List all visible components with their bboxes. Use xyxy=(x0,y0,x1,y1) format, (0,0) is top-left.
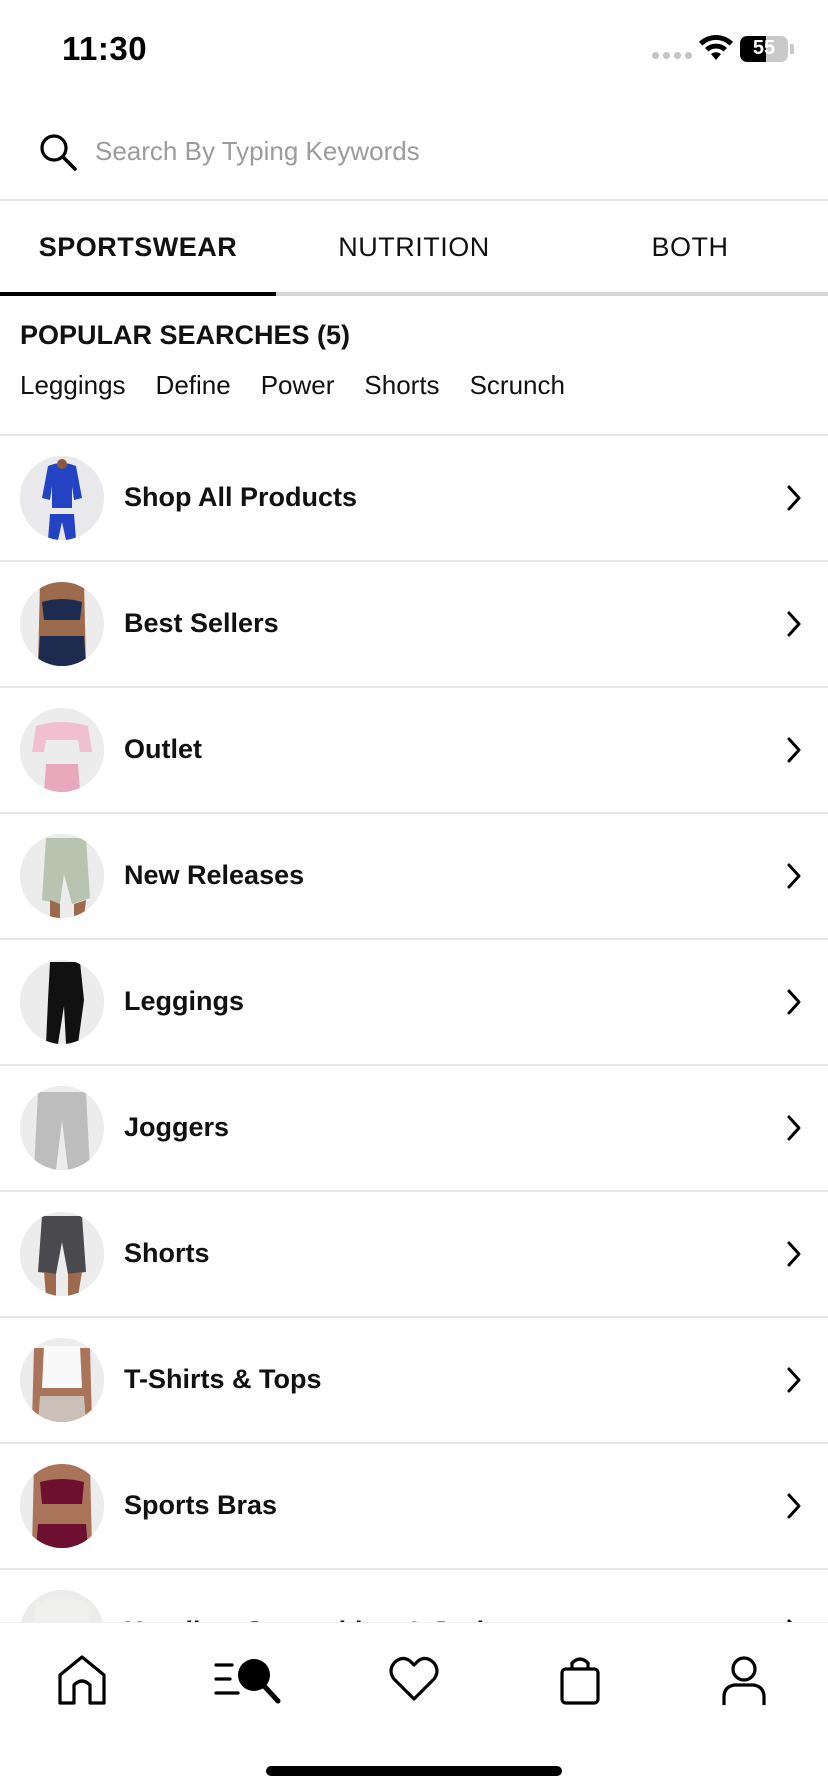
chevron-right-icon xyxy=(787,989,801,1015)
category-thumbnail xyxy=(20,582,104,666)
home-icon xyxy=(58,1655,106,1705)
profile-icon xyxy=(722,1656,766,1705)
category-label: New Releases xyxy=(124,860,305,890)
category-thumbnail xyxy=(20,1464,104,1548)
chevron-right-icon xyxy=(787,863,801,889)
popular-search-power[interactable]: Power xyxy=(261,370,335,401)
category-item-sports-bras[interactable]: Sports Bras xyxy=(0,1444,828,1570)
nav-search-button[interactable] xyxy=(212,1649,284,1709)
chevron-right-icon xyxy=(787,737,801,763)
category-thumbnail xyxy=(20,1212,104,1296)
app-screen: 11:30 55 SPORTSWEAR NUTRITION BOTH POPUL… xyxy=(0,0,828,1792)
popular-search-define[interactable]: Define xyxy=(156,370,231,401)
category-item-shorts[interactable]: Shorts xyxy=(0,1192,828,1318)
category-thumbnail xyxy=(20,834,104,918)
popular-searches-title: POPULAR SEARCHES (5) xyxy=(20,320,351,350)
popular-searches-list: Leggings Define Power Shorts Scrunch xyxy=(20,370,565,401)
category-thumbnail xyxy=(20,1338,104,1422)
popular-search-scrunch[interactable]: Scrunch xyxy=(470,370,565,401)
heart-icon xyxy=(389,1656,439,1701)
wifi-icon xyxy=(699,34,733,60)
nav-wishlist-button[interactable] xyxy=(384,1649,444,1709)
category-item-t-shirts-tops[interactable]: T-Shirts & Tops xyxy=(0,1318,828,1444)
chevron-right-icon xyxy=(787,611,801,637)
popular-search-shorts[interactable]: Shorts xyxy=(364,370,439,401)
chevron-right-icon xyxy=(787,1493,801,1519)
nav-bag-button[interactable] xyxy=(550,1649,610,1709)
category-label: Joggers xyxy=(124,1112,230,1142)
category-tabs: SPORTSWEAR NUTRITION BOTH xyxy=(0,202,828,296)
battery-level: 55 xyxy=(752,37,776,59)
category-label: T-Shirts & Tops xyxy=(124,1364,322,1394)
category-label: Outlet xyxy=(124,734,202,764)
search-input[interactable] xyxy=(95,128,795,174)
chevron-right-icon xyxy=(787,1115,801,1141)
category-label: Sports Bras xyxy=(124,1490,278,1520)
category-item-outlet[interactable]: Outlet xyxy=(0,688,828,814)
category-thumbnail xyxy=(20,1086,104,1170)
nav-profile-button[interactable] xyxy=(714,1649,774,1709)
category-item-leggings[interactable]: Leggings xyxy=(0,940,828,1066)
nav-home-button[interactable] xyxy=(52,1649,112,1709)
category-item-best-sellers[interactable]: Best Sellers xyxy=(0,562,828,688)
category-thumbnail xyxy=(20,456,104,540)
home-indicator[interactable] xyxy=(266,1766,562,1776)
category-item-joggers[interactable]: Joggers xyxy=(0,1066,828,1192)
battery-icon: 55 xyxy=(740,36,788,62)
category-thumbnail xyxy=(20,960,104,1044)
status-bar: 11:30 55 xyxy=(0,0,828,100)
chevron-right-icon xyxy=(787,1367,801,1393)
popular-search-leggings[interactable]: Leggings xyxy=(20,370,126,401)
cellular-signal-icon xyxy=(652,52,692,59)
category-list: Shop All Products Best Sellers Outlet Ne… xyxy=(0,434,828,1696)
search-icon xyxy=(40,134,77,171)
category-label: Leggings xyxy=(124,986,244,1016)
category-label: Shop All Products xyxy=(124,482,358,512)
status-time: 11:30 xyxy=(62,30,148,67)
category-thumbnail xyxy=(20,708,104,792)
battery-nub xyxy=(790,44,794,54)
category-item-shop-all-products[interactable]: Shop All Products xyxy=(0,436,828,562)
tab-sportswear[interactable]: SPORTSWEAR xyxy=(0,202,276,296)
tab-nutrition[interactable]: NUTRITION xyxy=(276,202,552,292)
category-label: Shorts xyxy=(124,1238,210,1268)
chevron-right-icon xyxy=(787,1241,801,1267)
bag-icon xyxy=(560,1657,600,1705)
tab-both[interactable]: BOTH xyxy=(552,202,828,292)
category-item-new-releases[interactable]: New Releases xyxy=(0,814,828,940)
chevron-right-icon xyxy=(787,485,801,511)
search-menu-icon xyxy=(214,1659,281,1704)
category-label: Best Sellers xyxy=(124,608,279,638)
